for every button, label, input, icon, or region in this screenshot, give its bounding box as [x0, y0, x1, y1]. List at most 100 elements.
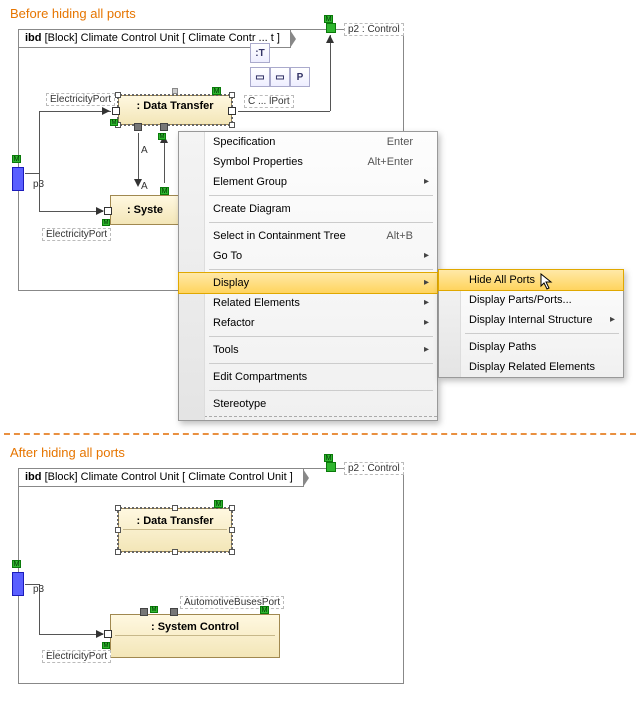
submenu-display-internal[interactable]: Display Internal Structure	[439, 310, 623, 330]
ctx-element-group-label: Element Group	[213, 176, 287, 188]
dt-port-bm-m: M	[158, 133, 166, 140]
port-p3[interactable]	[12, 167, 24, 191]
block-system-control-before[interactable]: : Syste	[110, 195, 180, 225]
display-submenu[interactable]: Hide All Ports Display Parts/Ports... Di…	[438, 269, 624, 378]
ctx-symbol-properties[interactable]: Symbol Properties Alt+Enter	[179, 152, 437, 172]
sc-after-port-top1-m: M	[150, 606, 158, 613]
sc-after-label: : System Control	[151, 621, 239, 633]
toolbar-box2[interactable]: ▭	[270, 67, 290, 87]
mini-toolbar-2: ▭ ▭ P	[250, 67, 310, 87]
ctx-refactor-label: Refactor	[213, 317, 255, 329]
dt-port-bm[interactable]	[160, 123, 168, 131]
ctx-related-elements[interactable]: Related Elements	[179, 293, 437, 313]
ctx-tools-label: Tools	[213, 344, 239, 356]
dt-electricity-label: ElectricityPort	[46, 93, 115, 106]
system-before-m: M	[160, 187, 169, 195]
after-label: After hiding all ports	[0, 439, 640, 464]
block-data-transfer-after[interactable]: : Data Transfer	[118, 508, 232, 552]
port-p2-m-after: M	[324, 454, 333, 462]
port-p2-label: p2 : Control	[344, 23, 404, 36]
dt-port-left-m: M	[110, 119, 118, 126]
ctx-refactor[interactable]: Refactor	[179, 313, 437, 333]
submenu-display-parts-ports[interactable]: Display Parts/Ports...	[439, 290, 623, 310]
frame-view-a: [ Climate Control Unit ]	[182, 471, 293, 483]
ctx-edit-compartments[interactable]: Edit Compartments	[179, 367, 437, 387]
sc-port-left[interactable]	[104, 207, 112, 215]
frame-header-after: ibd [Block] Climate Control Unit [ Clima…	[19, 469, 304, 487]
submenu-parts-label: Display Parts/Ports...	[469, 294, 572, 306]
toolbar-text[interactable]: :T	[250, 43, 270, 63]
port-p3-label-after: p3	[30, 584, 47, 595]
block-data-transfer-label: : Data Transfer	[136, 100, 213, 112]
sc-after-port-top2[interactable]	[170, 608, 178, 616]
after-canvas: ibd [Block] Climate Control Unit [ Clima…	[10, 466, 630, 702]
dt-port-left[interactable]	[112, 107, 120, 115]
ctx-display-label: Display	[213, 277, 249, 289]
port-p3-m-after: M	[12, 560, 21, 568]
sc-after-m: M	[260, 606, 269, 614]
ctx-tools[interactable]: Tools	[179, 340, 437, 360]
sc-port-left-m: M	[102, 219, 110, 226]
submenu-hide-all-ports-label: Hide All Ports	[469, 274, 535, 286]
ctx-create-diagram-label: Create Diagram	[213, 203, 291, 215]
submenu-paths-label: Display Paths	[469, 341, 536, 353]
context-menu[interactable]: Specification Enter Symbol Properties Al…	[178, 131, 438, 421]
port-p2-after[interactable]	[326, 462, 336, 472]
sc-after-port-left[interactable]	[104, 630, 112, 638]
ctx-go-to[interactable]: Go To	[179, 246, 437, 266]
ctx-specification[interactable]: Specification Enter	[179, 132, 437, 152]
frame-name-a: Climate Control Unit	[81, 471, 179, 483]
ctx-select-tree-label: Select in Containment Tree	[213, 230, 346, 242]
block-system-control-after[interactable]: : System Control	[110, 614, 280, 658]
ctx-symbol-label: Symbol Properties	[213, 156, 303, 168]
frame-name: Climate Control Unit	[81, 32, 179, 44]
port-p2-m: M	[324, 15, 333, 23]
dt-control-label: C ... lPort	[244, 95, 294, 108]
section-divider	[4, 433, 636, 435]
dt-after-m: M	[214, 500, 223, 508]
toolbar-p[interactable]: P	[290, 67, 310, 87]
ctx-create-diagram[interactable]: Create Diagram	[179, 199, 437, 219]
submenu-internal-label: Display Internal Structure	[469, 314, 593, 326]
ctx-related-label: Related Elements	[213, 297, 300, 309]
submenu-hide-all-ports[interactable]: Hide All Ports	[438, 269, 624, 291]
port-p2[interactable]	[326, 23, 336, 33]
ctx-specification-shortcut: Enter	[387, 136, 413, 148]
ctx-specification-label: Specification	[213, 136, 275, 148]
before-label: Before hiding all ports	[0, 0, 640, 25]
ctx-select-tree[interactable]: Select in Containment Tree Alt+B	[179, 226, 437, 246]
port-p2-label-after: p2 : Control	[344, 462, 404, 475]
frame-kind-a: [Block]	[45, 471, 78, 483]
ctx-goto-label: Go To	[213, 250, 242, 262]
dt-port-bl[interactable]	[134, 123, 142, 131]
sc-electricity-label: ElectricityPort	[42, 228, 111, 241]
frame-prefix-a: ibd	[25, 471, 42, 483]
sc-after-port-left-m: M	[102, 642, 110, 649]
block-data-transfer[interactable]: : Data Transfer	[118, 95, 232, 125]
port-p3-m: M	[12, 155, 21, 163]
ctx-edit-comp-label: Edit Compartments	[213, 371, 307, 383]
dt-after-label: : Data Transfer	[136, 515, 213, 527]
port-p3-label: p3	[30, 179, 47, 190]
dt-port-right[interactable]	[228, 107, 236, 115]
submenu-display-paths[interactable]: Display Paths	[439, 337, 623, 357]
ctx-stereotype-label: Stereotype	[213, 398, 266, 410]
ctx-select-tree-shortcut: Alt+B	[386, 230, 413, 242]
frame-kind: [Block]	[45, 32, 78, 44]
ctx-display[interactable]: Display	[178, 272, 438, 294]
ctx-element-group[interactable]: Element Group	[179, 172, 437, 192]
block-system-short-label: : Syste	[127, 204, 163, 216]
frame-prefix: ibd	[25, 32, 42, 44]
port-p3-after[interactable]	[12, 572, 24, 596]
ctx-symbol-shortcut: Alt+Enter	[367, 156, 413, 168]
toolbar-box[interactable]: ▭	[250, 67, 270, 87]
submenu-display-related[interactable]: Display Related Elements	[439, 357, 623, 377]
submenu-related-label: Display Related Elements	[469, 361, 595, 373]
data-transfer-m: M	[212, 87, 221, 95]
port-label-a1: A	[138, 145, 151, 156]
sc-after-port-top1[interactable]	[140, 608, 148, 616]
mini-toolbar: :T	[250, 43, 270, 63]
ctx-stereotype[interactable]: Stereotype	[179, 394, 437, 414]
sc-after-electricity: ElectricityPort	[42, 650, 111, 663]
before-canvas: ibd [Block] Climate Control Unit [ Clima…	[10, 27, 630, 427]
